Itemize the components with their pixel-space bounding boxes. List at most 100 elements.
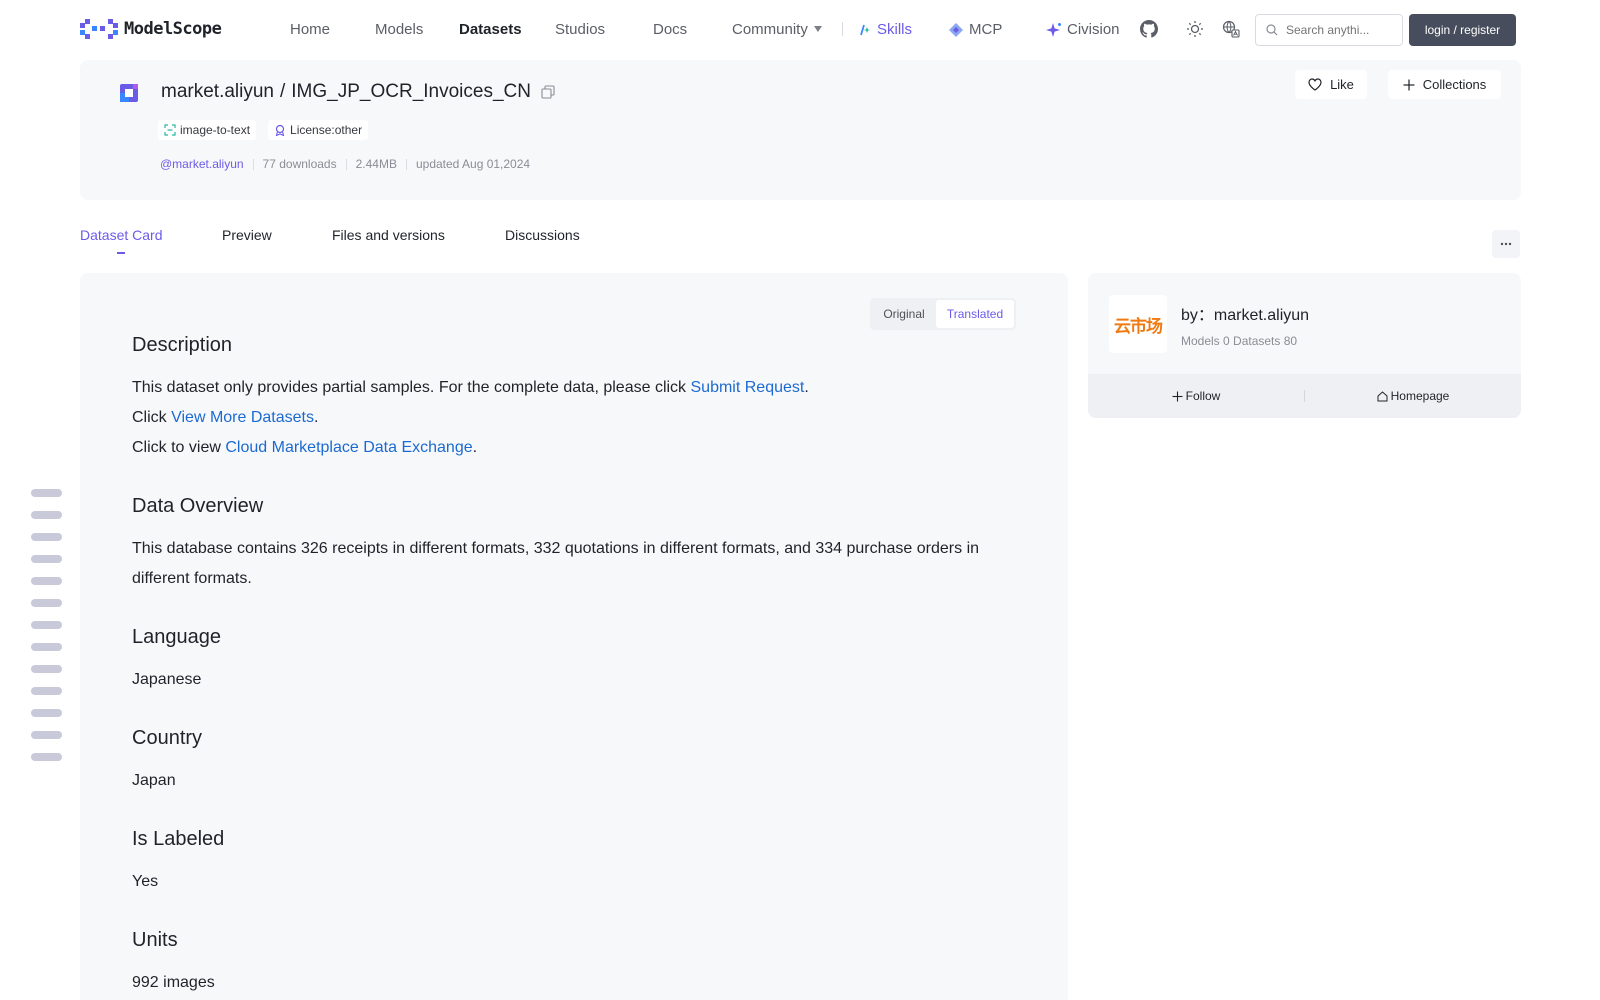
toc-item[interactable] (31, 511, 62, 519)
language-icon[interactable] (1222, 20, 1240, 38)
overview-paragraph: This database contains 326 receipts in d… (132, 540, 980, 587)
collections-button[interactable]: Collections (1388, 70, 1501, 99)
heart-icon (1308, 78, 1322, 91)
toggle-original[interactable]: Original (872, 300, 936, 328)
nav-civision[interactable]: Civision (1046, 21, 1120, 38)
tab-preview[interactable]: Preview (222, 227, 272, 243)
top-nav: ModelScope Home Models Datasets Studios … (0, 0, 1600, 58)
like-button[interactable]: Like (1295, 70, 1367, 99)
section-heading: Description (132, 334, 233, 356)
toc-item[interactable] (31, 731, 62, 739)
dataset-owner-link[interactable]: market.aliyun (161, 81, 274, 103)
owner-name[interactable]: by：market.aliyun (1181, 301, 1309, 325)
toc-item[interactable] (31, 533, 62, 541)
license-badge-icon (275, 124, 285, 136)
nav-datasets[interactable]: Datasets (459, 21, 522, 38)
language-value: Japanese (132, 671, 202, 688)
nav-divider (842, 22, 843, 36)
image-to-text-icon (164, 124, 176, 136)
owner-avatar[interactable]: 云市场 (1109, 295, 1167, 353)
logo-text: ModelScope (124, 19, 222, 39)
meta-divider (405, 158, 407, 170)
toggle-translated[interactable]: Translated (936, 300, 1014, 328)
owner-actions: Follow Homepage (1088, 374, 1521, 418)
text: . (313, 409, 319, 426)
section-heading: Country (132, 727, 203, 749)
tab-files-and-versions[interactable]: Files and versions (332, 227, 445, 243)
units-value: 992 images (132, 974, 215, 991)
modelscope-logo[interactable]: ModelScope (80, 19, 222, 39)
title-separator: / (280, 81, 286, 102)
nav-studios[interactable]: Studios (555, 21, 605, 38)
owner-handle-link[interactable]: @market.aliyun (160, 157, 244, 171)
toc-item[interactable] (31, 665, 62, 673)
meta-divider (252, 158, 254, 170)
toc-item[interactable] (31, 489, 62, 497)
nav-models[interactable]: Models (375, 21, 423, 38)
toc-item[interactable] (31, 753, 62, 761)
dataset-tags: image-to-text License:other (158, 120, 369, 140)
tag-task-label: image-to-text (180, 123, 251, 137)
tab-discussions[interactable]: Discussions (505, 227, 580, 243)
tag-license[interactable]: License:other (268, 120, 369, 140)
theme-sun-icon[interactable] (1186, 20, 1204, 38)
chevron-down-icon (813, 26, 822, 33)
nav-mcp-label: MCP (969, 21, 1003, 38)
ellipsis-icon (1500, 242, 1512, 246)
owner-logo-text: 云市场 (1114, 316, 1163, 337)
more-options-button[interactable] (1492, 230, 1520, 258)
dataset-meta: @market.aliyun 77 downloads 2.44MB updat… (160, 157, 530, 171)
collections-label: Collections (1422, 77, 1487, 92)
active-tab-indicator (117, 252, 125, 254)
language-toggle: Original Translated (870, 298, 1016, 330)
login-register-button[interactable]: login / register (1409, 14, 1516, 46)
section-heading: Language (132, 626, 221, 648)
labeled-value: Yes (132, 873, 159, 890)
homepage-label: Homepage (1390, 389, 1450, 403)
view-more-datasets-link[interactable]: View More Datasets (171, 409, 314, 426)
nav-community[interactable]: Community (732, 21, 822, 38)
country-value: Japan (132, 772, 176, 789)
plus-icon (1403, 79, 1415, 90)
dataset-name: IMG_JP_OCR_Invoices_CN (291, 81, 531, 102)
home-icon (1377, 390, 1388, 401)
nav-docs[interactable]: Docs (653, 21, 687, 38)
dataset-avatar-icon (120, 84, 138, 102)
readme-article: Description This dataset only provides p… (132, 333, 1012, 998)
search-box[interactable] (1255, 14, 1403, 46)
nav-skills[interactable]: Skills (858, 21, 912, 38)
desc-paragraph: Click View More Datasets. (132, 403, 1012, 433)
text: . (804, 379, 809, 396)
nav-home[interactable]: Home (290, 21, 330, 38)
copy-icon[interactable] (541, 85, 555, 99)
tag-task[interactable]: image-to-text (158, 120, 257, 140)
toc-item[interactable] (31, 599, 62, 607)
section-heading: Units (132, 929, 178, 951)
text: . (472, 439, 478, 456)
desc-paragraph: Click to view Cloud Marketplace Data Exc… (132, 433, 1012, 463)
submit-request-link[interactable]: Submit Request (691, 379, 805, 396)
sparkle-icon (1046, 22, 1061, 37)
cloud-marketplace-link[interactable]: Cloud Marketplace Data Exchange (225, 439, 472, 456)
toc-item[interactable] (31, 643, 62, 651)
text: This dataset only provides partial sampl… (132, 379, 691, 396)
github-icon[interactable] (1140, 20, 1158, 38)
search-input[interactable] (1286, 23, 1391, 37)
tag-license-label: License:other (290, 123, 363, 137)
nav-mcp[interactable]: MCP (948, 21, 1002, 38)
toc-item[interactable] (31, 709, 62, 717)
owner-stats: Models 0 Datasets 80 (1181, 334, 1298, 348)
plus-icon (1172, 391, 1183, 401)
toc-item[interactable] (31, 687, 62, 695)
updated-date: updated Aug 01,2024 (415, 157, 531, 171)
owner-card: 云市场 by：market.aliyun Models 0 Datasets 8… (1088, 273, 1521, 418)
toc-item[interactable] (31, 621, 62, 629)
mcp-icon (949, 22, 963, 37)
homepage-button[interactable]: Homepage (1305, 389, 1521, 403)
dataset-header: market.aliyun / IMG_JP_OCR_Invoices_CN i… (80, 60, 1521, 200)
desc-paragraph: This dataset only provides partial sampl… (132, 373, 1012, 403)
toc-item[interactable] (31, 577, 62, 585)
toc-item[interactable] (31, 555, 62, 563)
follow-button[interactable]: Follow (1088, 389, 1304, 403)
tab-dataset-card[interactable]: Dataset Card (80, 227, 162, 243)
